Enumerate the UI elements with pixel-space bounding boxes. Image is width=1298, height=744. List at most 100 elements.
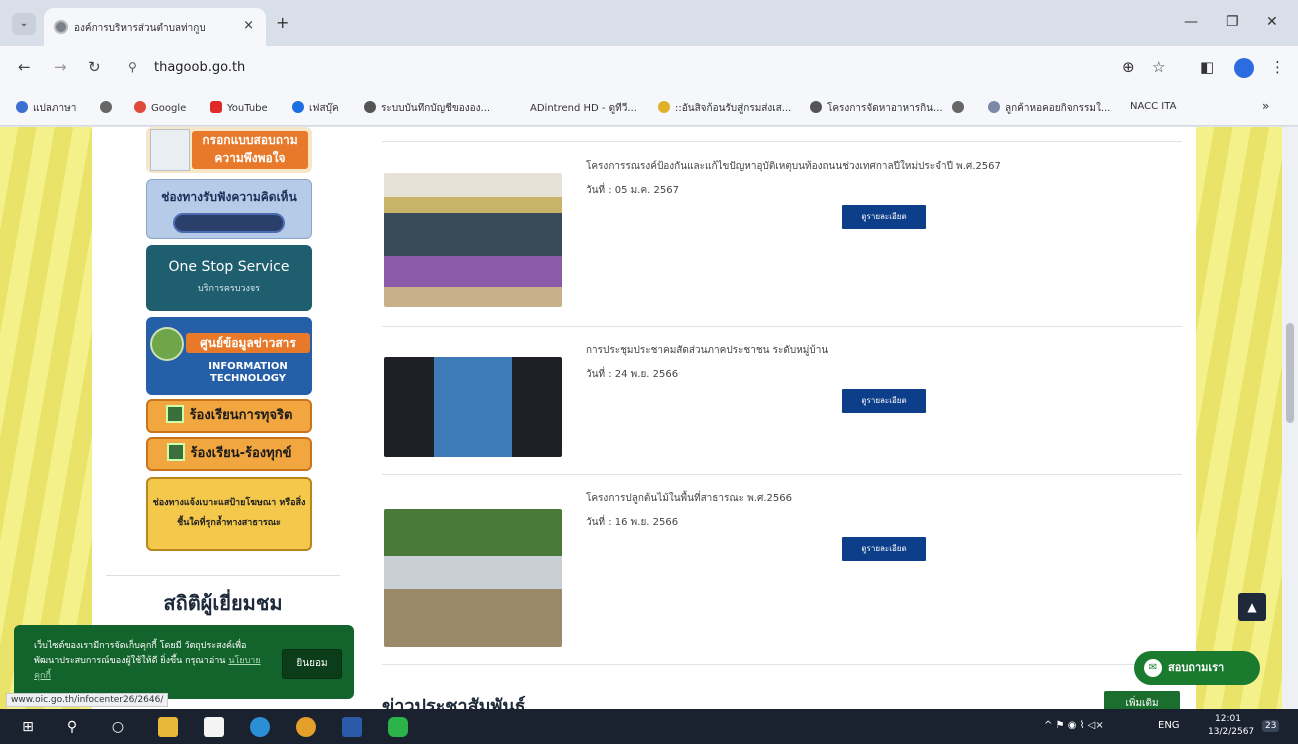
bookmark-star-icon[interactable]: ☆ (1152, 58, 1165, 76)
sidebar: กรอกแบบสอบถาม ความพึงพอใจ ช่องทางรับฟังค… (92, 127, 354, 709)
bookmark-item[interactable] (952, 101, 969, 114)
bookmark-item[interactable] (100, 101, 117, 114)
back-to-top-button[interactable]: ▲ (1238, 593, 1266, 621)
news-thumbnail[interactable] (384, 357, 562, 457)
maximize-button[interactable]: ❐ (1226, 14, 1239, 30)
google-icon (134, 101, 146, 113)
minimize-button[interactable]: — (1184, 14, 1198, 30)
bookmark-item[interactable]: ::อันสิจก้อนรับสู่กรมส่งเส... (658, 101, 791, 116)
bookmark-item-facebook[interactable]: เฟสบุ๊ค (292, 101, 339, 116)
notebook-icon (150, 129, 190, 171)
chrome-icon[interactable] (296, 717, 316, 737)
bookmark-item[interactable]: แปลภาษา (16, 101, 76, 116)
tab-search-dropdown[interactable]: ⌄ (12, 13, 36, 35)
globe-icon (810, 101, 822, 113)
report-signboard-banner[interactable]: ช่องทางแจ้งเบาะแสป้ายโฆษณา หรือสิ่งชื้นใ… (146, 477, 312, 551)
cookie-message: เว็บไซต์ของเรามีการจัดเก็บคุกกี้ โดยมี ว… (34, 641, 261, 681)
side-panel-icon[interactable]: ◧ (1200, 58, 1214, 76)
back-button[interactable]: ← (18, 58, 31, 76)
windows-taskbar: ⊞ ⚲ ○ ^ ⚑ ◉ ⌇ ◁× ENG 12:01 13/2/2567 23 (0, 709, 1298, 744)
view-details-button[interactable]: ดูรายละเอียด (842, 205, 926, 229)
corruption-complaint-banner[interactable]: ร้องเรียนการทุจริต (146, 399, 312, 433)
complaint-icon (166, 443, 185, 461)
satisfaction-survey-banner[interactable]: กรอกแบบสอบถาม ความพึงพอใจ (146, 127, 312, 173)
news-item: โครงการรณรงค์ป้องกันและแก้ไขปัญหาอุบัติเ… (382, 159, 1182, 327)
decorative-background (0, 127, 92, 709)
bookmarks-more-icon[interactable]: » (1262, 99, 1269, 113)
taskbar-clock[interactable]: 12:01 13/2/2567 (1208, 713, 1254, 739)
view-details-button[interactable]: ดูรายละเอียด (842, 389, 926, 413)
cortana-icon[interactable]: ○ (108, 717, 128, 737)
file-explorer-icon[interactable] (158, 717, 178, 737)
bookmark-item[interactable]: ลูกค้าหอคอยกิจกรรมใ... (988, 101, 1110, 116)
edge-icon[interactable] (250, 717, 270, 737)
news-title[interactable]: การประชุมประชาคมสัดส่วนภาคประชาชน ระดับห… (586, 343, 828, 358)
facebook-icon (292, 101, 304, 113)
messenger-chat-button[interactable]: ✉ สอบถามเรา (1134, 651, 1260, 685)
language-indicator[interactable]: ENG (1158, 720, 1180, 731)
grievance-complaint-banner[interactable]: ร้องเรียน-ร้องทุกข์ (146, 437, 312, 471)
divider (382, 664, 1182, 665)
browser-menu-icon[interactable]: ⋮ (1270, 58, 1285, 76)
reload-button[interactable]: ↻ (88, 58, 101, 76)
status-bar-url: www.oic.go.th/infocenter26/2646/ (6, 693, 169, 707)
view-details-button[interactable]: ดูรายละเอียด (842, 537, 926, 561)
bookmark-item[interactable]: ระบบบันทึกบัญชีขององ... (364, 101, 490, 116)
banner-label: ศูนย์ข้อมูลข่าวสาร (186, 333, 310, 353)
news-thumbnail[interactable] (384, 173, 562, 307)
site-info-icon[interactable]: ⚲ (128, 60, 137, 74)
bookmark-item[interactable]: โครงการจัดหาอาหารกิน... (810, 101, 943, 116)
news-date: วันที่ : 16 พ.ย. 2566 (586, 517, 679, 528)
bookmark-item[interactable]: ADintrend HD - ดูทีวี... (530, 101, 637, 116)
tab-title: องค์การบริหารส่วนตำบลท่ากูบ (74, 23, 206, 34)
banner-label: ร้องเรียน-ร้องทุกข์ (190, 446, 292, 461)
globe-icon (100, 101, 112, 113)
line-icon[interactable] (388, 717, 408, 737)
cookie-consent-banner: เว็บไซต์ของเรามีการจัดเก็บคุกกี้ โดยมี ว… (14, 625, 354, 699)
banner-label: One Stop Service (168, 259, 290, 275)
web-page: กรอกแบบสอบถาม ความพึงพอใจ ช่องทางรับฟังค… (0, 127, 1282, 709)
globe-icon (364, 101, 376, 113)
news-list: โครงการรณรงค์ป้องกันและแก้ไขปัญหาอุบัติเ… (354, 127, 1196, 709)
information-center-banner[interactable]: ศูนย์ข้อมูลข่าวสาร INFORMATION TECHNOLOG… (146, 317, 312, 395)
zoom-icon[interactable]: ⊕ (1122, 58, 1135, 76)
start-icon[interactable]: ⊞ (18, 717, 38, 737)
bookmark-icon (658, 101, 670, 113)
news-thumbnail[interactable] (384, 509, 562, 647)
globe-icon (952, 101, 964, 113)
address-bar[interactable]: thagoob.go.th (154, 60, 245, 75)
tab-bar: ⌄ องค์การบริหารส่วนตำบลท่ากูบ × + — ❐ ✕ (0, 0, 1298, 46)
visitor-stats-heading: สถิติผู้เยี่ยมชม (163, 591, 283, 615)
feedback-channels-banner[interactable]: ช่องทางรับฟังความคิดเห็น (146, 179, 312, 239)
page-scrollbar[interactable] (1282, 127, 1298, 709)
messenger-icon: ✉ (1144, 659, 1162, 677)
tab-close-icon[interactable]: × (243, 18, 254, 33)
new-tab-button[interactable]: + (276, 13, 289, 32)
close-window-button[interactable]: ✕ (1266, 14, 1278, 30)
banner-label: ช่องทางรับฟังความคิดเห็น (161, 190, 297, 204)
word-icon[interactable] (342, 717, 362, 737)
news-date: วันที่ : 24 พ.ย. 2566 (586, 369, 679, 380)
more-button[interactable]: เพิ่มเติม (1104, 691, 1180, 709)
browser-tab[interactable]: องค์การบริหารส่วนตำบลท่ากูบ × (44, 8, 266, 46)
bookmark-item-nacc-ita[interactable]: NACC ITA (1130, 101, 1176, 112)
profile-avatar[interactable] (1234, 58, 1254, 78)
divider (382, 326, 1182, 327)
news-title[interactable]: โครงการรณรงค์ป้องกันและแก้ไขปัญหาอุบัติเ… (586, 159, 1001, 174)
news-title[interactable]: โครงการปลูกต้นไม้ในพื้นที่สาธารณะ พ.ศ.25… (586, 491, 792, 506)
scrollbar-thumb[interactable] (1286, 323, 1294, 423)
news-item: การประชุมประชาคมสัดส่วนภาคประชาชน ระดับห… (382, 343, 1182, 475)
bookmark-item-youtube[interactable]: YouTube (210, 101, 268, 114)
store-icon[interactable] (204, 717, 224, 737)
bookmark-item-google[interactable]: Google (134, 101, 186, 114)
notification-badge[interactable]: 23 (1262, 720, 1280, 732)
accept-cookies-button[interactable]: ยินยอม (282, 649, 342, 679)
search-icon[interactable]: ⚲ (62, 717, 82, 737)
forward-button[interactable]: → (54, 58, 67, 76)
system-tray-icons[interactable]: ^ ⚑ ◉ ⌇ ◁× (1044, 720, 1104, 731)
messenger-label: สอบถามเรา (1168, 661, 1225, 674)
one-stop-service-banner[interactable]: One Stop Service บริการครบวงจร (146, 245, 312, 311)
divider (382, 474, 1182, 475)
information-center-logo (150, 327, 184, 361)
bookmarks-bar: แปลภาษา Google YouTube เฟสบุ๊ค ระบบบันทึ… (0, 90, 1298, 126)
